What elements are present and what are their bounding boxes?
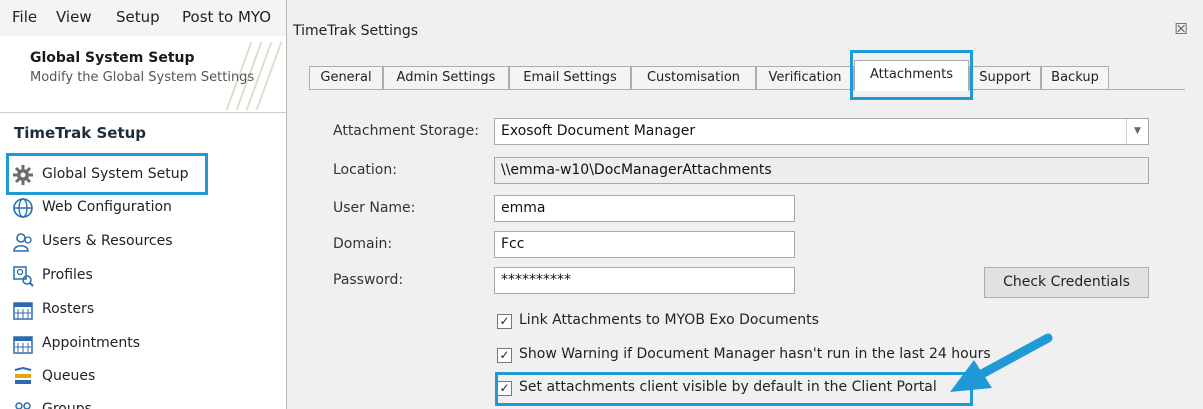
calendar-icon xyxy=(13,302,33,320)
tab-support[interactable]: Support xyxy=(969,66,1041,90)
location-label: Location: xyxy=(333,162,397,178)
close-icon[interactable]: ☒ xyxy=(1171,20,1191,40)
nav-item-label: Users & Resources xyxy=(42,233,173,249)
nav-item-appointments[interactable]: Appointments xyxy=(12,330,252,358)
attachment-storage-value: Exosoft Document Manager xyxy=(501,123,696,139)
tab-email-settings[interactable]: Email Settings xyxy=(509,66,631,90)
left-pane: File View Setup Post to MYO Global Syste… xyxy=(0,0,286,409)
menu-file[interactable]: File xyxy=(12,8,37,26)
password-label: Password: xyxy=(333,272,404,288)
calendar-icon xyxy=(13,336,33,354)
attachment-storage-select[interactable]: Exosoft Document Manager ▼ xyxy=(494,118,1149,145)
setup-section-title: TimeTrak Setup xyxy=(14,124,147,142)
nav-item-users-resources[interactable]: Users & Resources xyxy=(12,228,252,256)
checkbox-label: Set attachments client visible by defaul… xyxy=(519,379,937,395)
queues-icon xyxy=(14,366,32,384)
username-input[interactable]: emma xyxy=(494,195,795,222)
nav-item-label: Profiles xyxy=(42,267,93,283)
tab-verification[interactable]: Verification xyxy=(756,66,854,90)
nav-item-global-system-setup[interactable]: Global System Setup xyxy=(12,161,252,189)
nav-item-label: Rosters xyxy=(42,301,95,317)
checkbox[interactable]: ✓ xyxy=(497,314,512,329)
client-visible-checkbox-row[interactable]: ✓ Set attachments client visible by defa… xyxy=(497,379,977,401)
tab-backup[interactable]: Backup xyxy=(1041,66,1109,90)
chevron-down-icon[interactable]: ▼ xyxy=(1126,119,1148,144)
menu-bar: File View Setup Post to MYO xyxy=(0,0,286,36)
divider xyxy=(0,112,286,113)
username-label: User Name: xyxy=(333,200,416,216)
nav-item-queues[interactable]: Queues xyxy=(12,363,252,391)
menu-view[interactable]: View xyxy=(56,8,92,26)
nav-item-label: Global System Setup xyxy=(42,166,189,182)
nav-item-label: Groups xyxy=(42,401,92,409)
globe-icon xyxy=(13,198,33,218)
users-icon xyxy=(13,233,32,252)
nav-item-rosters[interactable]: Rosters xyxy=(12,296,252,324)
checkbox[interactable]: ✓ xyxy=(497,348,512,363)
tab-admin-settings[interactable]: Admin Settings xyxy=(383,66,509,90)
profiles-icon xyxy=(13,266,34,287)
tab-customisation[interactable]: Customisation xyxy=(631,66,756,90)
tab-attachments[interactable]: Attachments xyxy=(854,60,969,91)
gear-icon xyxy=(13,165,33,185)
link-attachments-checkbox-row[interactable]: ✓ Link Attachments to MYOB Exo Documents xyxy=(497,312,1057,334)
show-warning-checkbox-row[interactable]: ✓ Show Warning if Document Manager hasn'… xyxy=(497,346,1057,368)
nav-item-label: Queues xyxy=(42,368,96,384)
nav-item-label: Appointments xyxy=(42,335,141,351)
section-header: Global System Setup Modify the Global Sy… xyxy=(0,42,286,110)
settings-dialog: TimeTrak Settings ☒ General Admin Settin… xyxy=(287,0,1203,409)
tab-general[interactable]: General xyxy=(309,66,383,90)
password-input[interactable]: ********** xyxy=(494,267,795,294)
nav-item-profiles[interactable]: Profiles xyxy=(12,262,252,290)
groups-icon xyxy=(15,402,31,409)
menu-post-to-myob[interactable]: Post to MYO xyxy=(182,8,271,26)
domain-input[interactable]: Fcc xyxy=(494,231,795,258)
location-field: \\emma-w10\DocManagerAttachments xyxy=(494,157,1149,184)
nav-item-groups[interactable]: Groups xyxy=(12,396,252,409)
menu-setup[interactable]: Setup xyxy=(116,8,160,26)
checkbox-label: Show Warning if Document Manager hasn't … xyxy=(519,346,991,362)
nav-item-label: Web Configuration xyxy=(42,199,172,215)
dialog-title: TimeTrak Settings xyxy=(293,23,419,39)
checkbox[interactable]: ✓ xyxy=(497,381,512,396)
attachment-storage-label: Attachment Storage: xyxy=(333,123,480,139)
checkbox-label: Link Attachments to MYOB Exo Documents xyxy=(519,312,819,328)
nav-item-web-configuration[interactable]: Web Configuration xyxy=(12,194,252,222)
section-header-subtitle: Modify the Global System Settings xyxy=(30,70,255,85)
section-header-title: Global System Setup xyxy=(30,50,195,66)
domain-label: Domain: xyxy=(333,236,393,252)
check-credentials-button[interactable]: Check Credentials xyxy=(984,267,1149,298)
